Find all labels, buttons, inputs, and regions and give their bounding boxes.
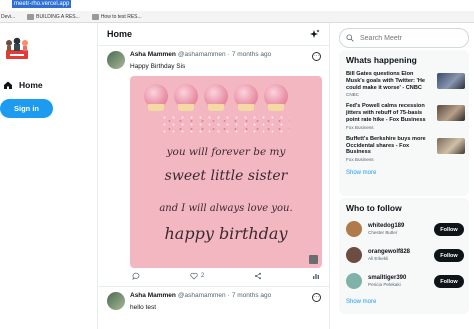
trend-thumbnail: [437, 105, 465, 122]
follow-show-more-link[interactable]: Show more: [339, 294, 469, 310]
trends-title: Whats happening: [346, 55, 417, 65]
user-display-name: Chester Butler: [368, 230, 398, 235]
trends-show-more-link[interactable]: Show more: [339, 165, 469, 181]
bookmark-2-label: BUILDING A RES...: [36, 13, 80, 20]
feed: Home Asha Mammen @ashamammen · 7 months …: [97, 23, 330, 329]
share-icon: [255, 272, 262, 280]
search-input[interactable]: [360, 34, 460, 42]
bookmarks-bar: Devi... BUILDING A RES... How to test RE…: [0, 11, 474, 23]
follow-button[interactable]: Follow: [434, 249, 464, 262]
who-to-follow-title: Who to follow: [346, 203, 402, 213]
trend-source: Fox Business: [346, 157, 374, 163]
post-author-handle: @ashamammen: [177, 51, 226, 58]
trend-thumbnail: [437, 73, 465, 89]
address-bar[interactable]: meetr-rho.vercel.app: [0, 0, 474, 10]
post-header: Asha Mammen @ashamammen · 7 months ago: [130, 292, 321, 299]
image-text-line: happy birthday: [164, 224, 288, 243]
like-count: 2: [200, 273, 205, 279]
trend-item[interactable]: Fed's Powell calms recession jitters wit…: [339, 100, 469, 132]
follow-button[interactable]: Follow: [434, 223, 464, 236]
share-button[interactable]: [254, 272, 262, 280]
avatar[interactable]: [107, 292, 125, 310]
nav-home-label: Home: [19, 80, 43, 90]
trend-source: Fox Business: [346, 124, 374, 130]
trend-item[interactable]: Bill Gates questions Elon Musk's goals w…: [339, 68, 469, 100]
trend-item[interactable]: Buffett's Berkshire buys more Occidental…: [339, 133, 469, 165]
who-to-follow-panel: Who to follow whitedog189 Chester Butler…: [339, 198, 469, 314]
app-logo[interactable]: [4, 36, 30, 62]
avatar[interactable]: [346, 221, 362, 237]
bookmark-icon: [27, 13, 35, 20]
nav-home[interactable]: Home: [3, 80, 43, 90]
post[interactable]: Asha Mammen @ashamammen · 7 months ago ·…: [98, 45, 329, 286]
user-display-name: Ali Erkekli: [368, 256, 389, 261]
user-handle: whitedog189: [368, 223, 405, 229]
user-display-name: Pericia Pelekaki: [368, 282, 401, 287]
image-text-line: and I will always love you.: [159, 203, 293, 214]
avatar[interactable]: [107, 51, 125, 69]
sprinkles-decoration: [160, 114, 290, 134]
post-text: Happy Birthday Sis: [130, 63, 186, 70]
trend-source: CNBC: [346, 92, 360, 98]
user-handle: orangewolf828: [368, 249, 411, 255]
stats-button[interactable]: [312, 272, 320, 280]
bookmark-1-label: Devi...: [1, 13, 16, 20]
user-handle: smalltiger390: [368, 275, 407, 281]
post[interactable]: Asha Mammen @ashamammen · 7 months ago ·…: [98, 286, 329, 311]
follow-suggestion[interactable]: whitedog189 Chester Butler Follow: [339, 216, 469, 242]
watermark-icon: [309, 255, 318, 264]
post-text: hello test: [130, 304, 157, 311]
bookmark-icon: [91, 13, 99, 20]
avatar[interactable]: [346, 273, 362, 289]
post-time: 7 months ago: [231, 292, 272, 299]
search-box[interactable]: [339, 28, 469, 48]
bookmark-2[interactable]: BUILDING A RES...: [21, 13, 86, 20]
post-image[interactable]: you will forever be my sweet little sist…: [130, 76, 322, 268]
sparkle-icon[interactable]: [310, 29, 320, 39]
trend-headline: Bill Gates questions Elon Musk's goals w…: [346, 71, 426, 91]
bookmark-3-label: How to test RES...: [100, 13, 142, 20]
trend-headline: Buffett's Berkshire buys more Occidental…: [346, 135, 426, 156]
bookmark-3[interactable]: How to test RES...: [86, 13, 148, 20]
follow-suggestion[interactable]: smalltiger390 Pericia Pelekaki Follow: [339, 268, 469, 294]
heart-icon: [190, 272, 198, 280]
feed-header: Home: [98, 23, 329, 45]
post-separator: ·: [227, 51, 230, 58]
post-author-name[interactable]: Asha Mammen: [130, 292, 176, 299]
comment-icon: [132, 272, 140, 280]
reply-button[interactable]: [132, 272, 140, 280]
trend-thumbnail: [437, 137, 465, 154]
post-author-name[interactable]: Asha Mammen: [130, 51, 176, 58]
bar-chart-icon: [312, 274, 319, 279]
post-time: 7 months ago: [231, 51, 272, 58]
post-actions: 2: [130, 268, 322, 286]
more-options-icon[interactable]: ···: [312, 293, 321, 302]
image-text-line: sweet little sister: [164, 168, 288, 184]
trend-headline: Fed's Powell calms recession jitters wit…: [346, 103, 426, 123]
image-text-line: you will forever be my: [166, 146, 286, 158]
signin-button[interactable]: Sign in: [0, 99, 53, 118]
trends-panel: Whats happening Bill Gates questions Elo…: [339, 50, 469, 196]
cupcakes-decoration: [144, 84, 288, 114]
follow-suggestion[interactable]: orangewolf828 Ali Erkekli Follow: [339, 242, 469, 268]
home-icon: [4, 81, 12, 89]
page-title: Home: [107, 29, 133, 39]
post-author-handle: @ashamammen: [177, 292, 226, 299]
like-button[interactable]: 2: [190, 272, 204, 280]
follow-button[interactable]: Follow: [434, 275, 464, 288]
search-icon: [346, 34, 354, 42]
more-options-icon[interactable]: ···: [312, 52, 321, 61]
avatar[interactable]: [346, 247, 362, 263]
bookmark-1[interactable]: Devi...: [0, 14, 21, 20]
post-header: Asha Mammen @ashamammen · 7 months ago: [130, 51, 321, 58]
post-separator: ·: [227, 292, 230, 299]
url-text[interactable]: meetr-rho.vercel.app: [12, 0, 72, 8]
